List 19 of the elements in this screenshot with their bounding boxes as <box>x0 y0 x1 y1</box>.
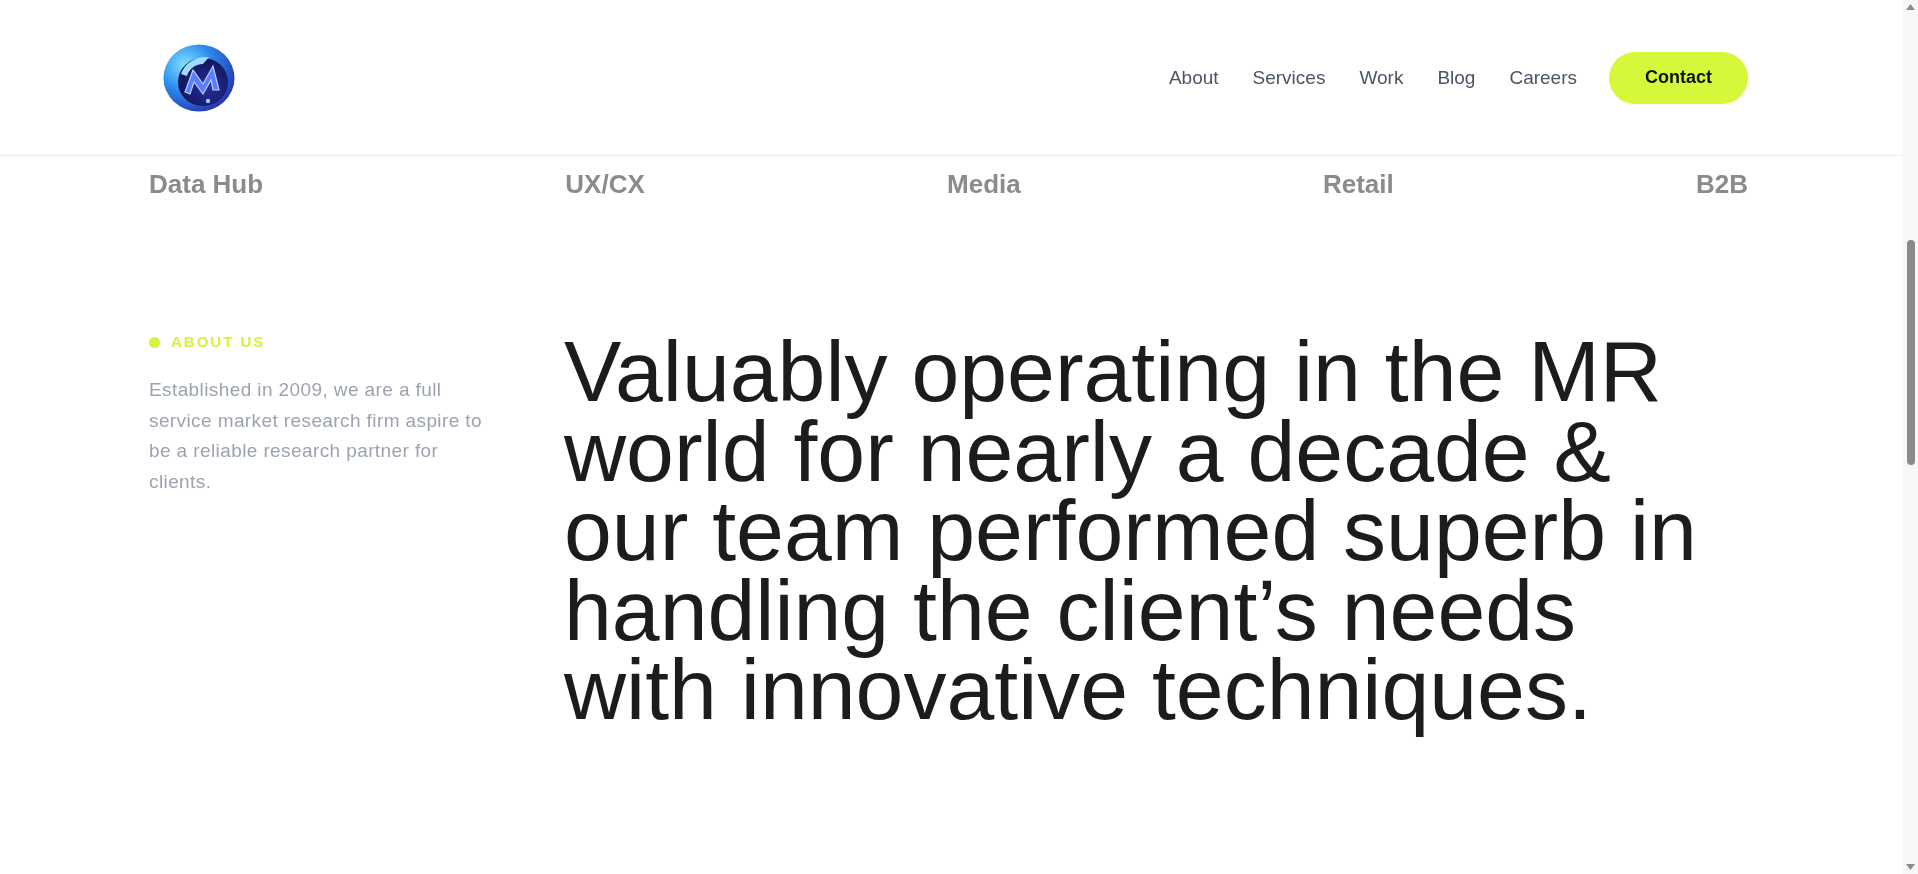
category-label: Media <box>947 169 1021 199</box>
contact-button[interactable]: Contact <box>1609 51 1748 104</box>
nav-link[interactable]: Services <box>1252 66 1326 89</box>
logo-icon[interactable] <box>163 43 235 112</box>
nav-link[interactable]: Careers <box>1509 66 1577 89</box>
category-label: B2B <box>1695 169 1748 199</box>
up-arrow-icon[interactable] <box>1906 4 1915 10</box>
category-label: Data Hub <box>149 169 264 199</box>
down-arrow-icon[interactable] <box>1906 864 1915 870</box>
category-label: UX/CX <box>565 169 645 199</box>
about-heading: Valuably operating in the MR world for nearly a decade & our team performed superb in handling the client’s needs with innovative techniques. <box>564 322 1698 739</box>
about-text: Established in 2009, we are a full service market research firm aspire to be a reliable research partner for clients. <box>149 378 483 494</box>
dot-icon <box>149 336 160 348</box>
nav-link[interactable]: Work <box>1359 66 1404 89</box>
category-label: Retail <box>1322 169 1394 199</box>
scrollbar-thumb[interactable] <box>1906 240 1915 465</box>
nav-link[interactable]: Blog <box>1437 66 1476 89</box>
section-label: ABOUT US <box>171 332 266 352</box>
nav-link[interactable]: About <box>1168 66 1219 89</box>
